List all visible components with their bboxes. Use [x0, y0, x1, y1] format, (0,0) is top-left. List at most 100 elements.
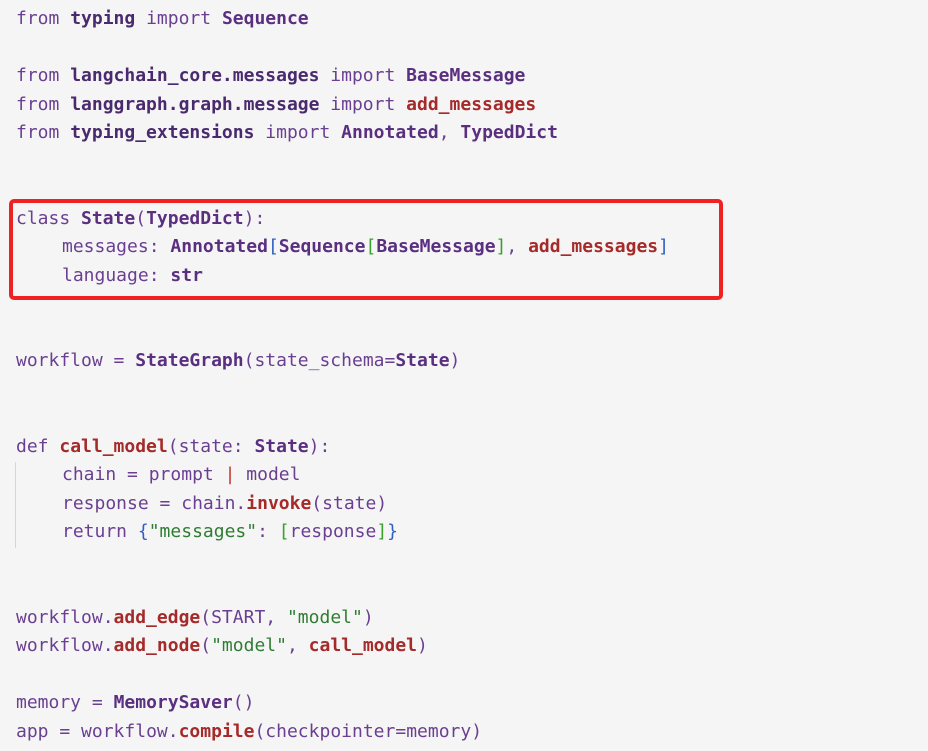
paren: )	[417, 635, 428, 656]
bracket: [	[267, 236, 279, 257]
operator: =	[384, 350, 396, 371]
colon: :	[148, 265, 160, 286]
string-literal: "model"	[286, 607, 363, 628]
operator: =	[395, 721, 407, 742]
paren: (	[167, 436, 179, 457]
imported-name: Annotated	[341, 122, 439, 143]
pipe-operator: |	[224, 464, 236, 485]
function-call: StateGraph	[135, 350, 244, 371]
keyword: from	[16, 122, 60, 143]
argument: START	[211, 607, 266, 628]
variable: prompt	[148, 464, 214, 485]
paren: (	[200, 607, 212, 628]
variable: response	[62, 493, 149, 514]
variable: workflow	[16, 607, 103, 628]
argument: checkpointer	[265, 721, 396, 742]
colon: :	[148, 236, 160, 257]
paren: (	[254, 721, 266, 742]
base-class: TypedDict	[146, 208, 244, 229]
paren: ):	[243, 208, 266, 229]
variable: workflow	[81, 721, 168, 742]
keyword: from	[16, 65, 60, 86]
paren: )	[362, 607, 374, 628]
code-line-import-messages: from langchain_core.messages import Base…	[16, 62, 525, 90]
code-line-memory: memory = MemorySaver()	[16, 689, 254, 717]
paren: ):	[308, 436, 331, 457]
code-line-import-typing: from typing import Sequence	[16, 5, 309, 33]
code-line-return: return {"messages": [response]}	[16, 518, 398, 546]
type-name: str	[170, 265, 203, 286]
comma: ,	[265, 607, 277, 628]
method-call: add_node	[113, 635, 201, 656]
code-line-class-def: class State(TypedDict):	[16, 205, 265, 233]
variable: chain	[62, 464, 117, 485]
variable: model	[246, 464, 301, 485]
separator: ,	[438, 122, 450, 143]
keyword: import	[265, 122, 331, 143]
type-name: Sequence	[278, 236, 366, 257]
paren: )	[471, 721, 483, 742]
code-line-add-node: workflow.add_node("model", call_model)	[16, 632, 428, 660]
variable: app	[16, 721, 49, 742]
field-name: language	[62, 265, 149, 286]
code-line-add-edge: workflow.add_edge(START, "model")	[16, 604, 374, 632]
code-line-field-language: language: str	[16, 262, 203, 290]
imported-name: BaseMessage	[406, 65, 526, 86]
code-line-def: def call_model(state: State):	[16, 433, 330, 461]
imported-name: Sequence	[221, 8, 309, 29]
function-name: call_model	[59, 436, 168, 457]
paren: (	[243, 350, 255, 371]
string-literal: "messages"	[148, 521, 258, 542]
variable: workflow	[16, 635, 103, 656]
code-block: from typing import Sequence from langcha…	[0, 0, 928, 751]
dot: .	[235, 493, 247, 514]
brace: }	[387, 521, 399, 542]
code-line-import-graph: from langgraph.graph.message import add_…	[16, 91, 536, 119]
operator: =	[159, 493, 171, 514]
bracket: ]	[495, 236, 507, 257]
method-call: invoke	[246, 493, 312, 514]
paren: (	[135, 208, 147, 229]
bracket: [	[365, 236, 377, 257]
type-name: Annotated	[170, 236, 268, 257]
method-call: compile	[178, 721, 255, 742]
bracket: ]	[658, 236, 669, 257]
colon: :	[257, 521, 268, 542]
operator: =	[127, 464, 138, 485]
code-line-field-messages: messages: Annotated[Sequence[BaseMessage…	[16, 233, 669, 261]
argument: state	[322, 493, 377, 514]
bracket: ]	[376, 521, 388, 542]
argument: state_schema	[254, 350, 385, 371]
field-name: messages	[62, 236, 149, 257]
module-name: typing	[70, 8, 136, 29]
keyword: from	[16, 8, 60, 29]
keyword: import	[146, 8, 212, 29]
comma: ,	[506, 236, 518, 257]
keyword: class	[16, 208, 71, 229]
dot: .	[167, 721, 179, 742]
operator: =	[59, 721, 71, 742]
imported-name: add_messages	[406, 94, 537, 115]
bracket: [	[278, 521, 290, 542]
module-name: langgraph.graph.message	[70, 94, 320, 115]
function-call: MemorySaver	[113, 692, 233, 713]
method-call: add_edge	[113, 607, 201, 628]
colon: :	[232, 436, 244, 457]
class-name: State	[81, 208, 136, 229]
keyword: def	[16, 436, 49, 457]
code-line-workflow: workflow = StateGraph(state_schema=State…	[16, 347, 460, 375]
keyword: import	[330, 65, 396, 86]
paren: ()	[232, 692, 255, 713]
operator: =	[113, 350, 125, 371]
argument-value: memory	[406, 721, 472, 742]
code-line-import-ext: from typing_extensions import Annotated,…	[16, 119, 558, 147]
paren: )	[376, 493, 388, 514]
argument-value: State	[395, 350, 450, 371]
keyword: import	[330, 94, 396, 115]
variable: memory	[16, 692, 82, 713]
variable: response	[289, 521, 377, 542]
brace: {	[137, 521, 149, 542]
string-literal: "model"	[211, 635, 287, 656]
comma: ,	[286, 635, 298, 656]
paren: (	[200, 635, 212, 656]
